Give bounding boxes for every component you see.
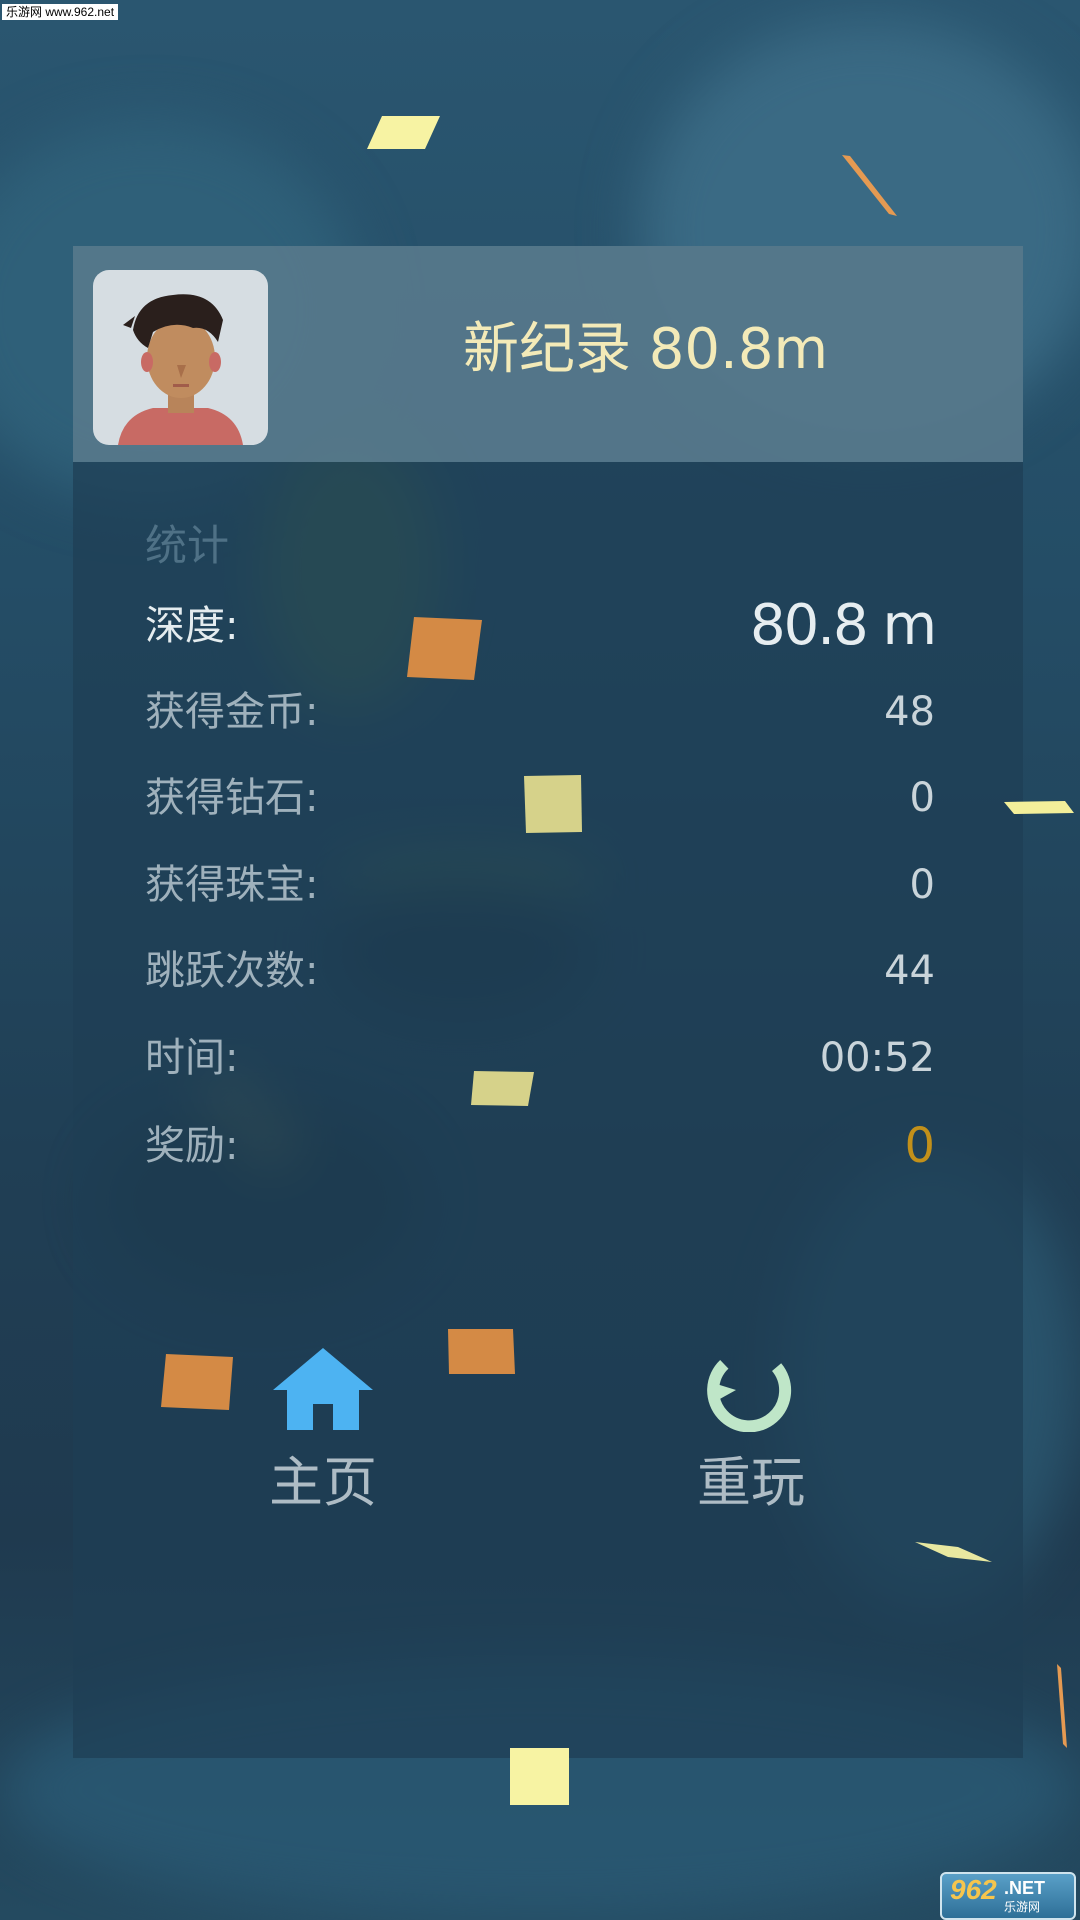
confetti-layer (161, 116, 1074, 1805)
logo-suffix: .NET (1004, 1878, 1046, 1898)
logo-brand: 962 (950, 1874, 997, 1905)
site-logo: 962 .NET 乐游网 (940, 1872, 1076, 1920)
confetti-piece (367, 116, 440, 149)
confetti-piece (407, 617, 482, 680)
confetti-piece (161, 1354, 233, 1410)
confetti-piece (448, 1329, 515, 1374)
confetti-piece (524, 775, 582, 833)
confetti-piece (1057, 1664, 1067, 1748)
confetti-piece (471, 1071, 534, 1106)
confetti-piece (1004, 801, 1074, 814)
confetti-piece (842, 155, 897, 216)
confetti-piece (510, 1748, 569, 1805)
logo-cn: 乐游网 (1004, 1900, 1041, 1914)
confetti-piece (915, 1542, 992, 1562)
